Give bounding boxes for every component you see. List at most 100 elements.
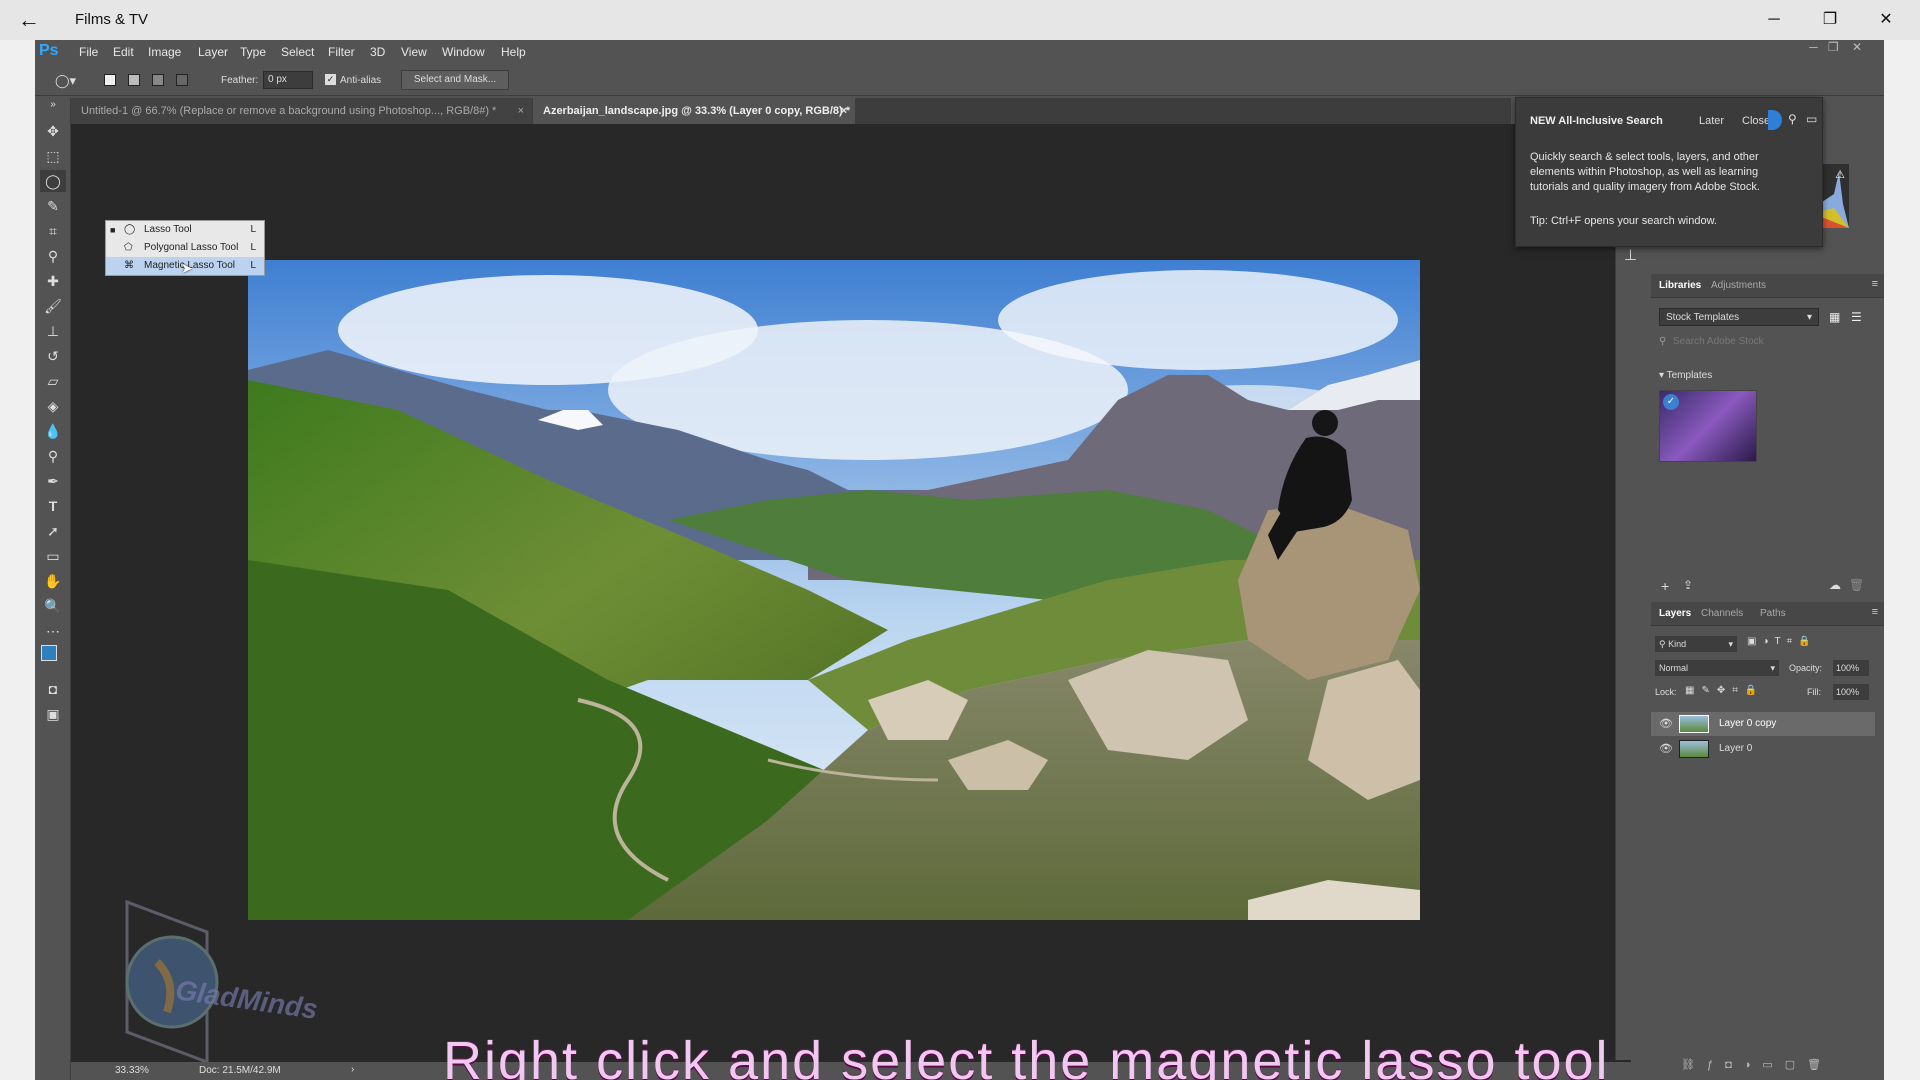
- history-brush-tool-icon[interactable]: ↺: [40, 345, 66, 367]
- ps-restore-icon[interactable]: ❐: [1828, 40, 1839, 54]
- hand-tool-icon[interactable]: ✋: [40, 570, 66, 592]
- restore-button[interactable]: ❐: [1802, 0, 1858, 40]
- canvas-area[interactable]: ■ ◯ Lasso Tool L ⬠ Polygonal Lasso Tool …: [71, 124, 1631, 1080]
- zoom-tool-icon[interactable]: 🔍: [40, 595, 66, 617]
- stock-search-input[interactable]: ⚲ Search Adobe Stock: [1655, 334, 1877, 350]
- flyout-shortcut: L: [250, 242, 256, 253]
- path-selection-tool-icon[interactable]: ➚: [40, 520, 66, 542]
- lock-icons[interactable]: ▦✎✥⌗🔒: [1685, 685, 1764, 696]
- clone-source-icon[interactable]: ⊥: [1624, 246, 1637, 264]
- marquee-tool-icon[interactable]: ⬚: [40, 145, 66, 167]
- blur-tool-icon[interactable]: 💧: [40, 420, 66, 442]
- ps-close-icon[interactable]: ✕: [1852, 40, 1862, 54]
- menu-view[interactable]: View: [401, 45, 427, 59]
- status-arrow-icon[interactable]: ›: [351, 1064, 354, 1075]
- menu-image[interactable]: Image: [148, 45, 181, 59]
- intersect-selection-icon[interactable]: [176, 74, 188, 86]
- menu-select[interactable]: Select: [281, 45, 314, 59]
- flyout-label: Polygonal Lasso Tool: [144, 242, 239, 253]
- tab-azerbaijan[interactable]: Azerbaijan_landscape.jpg @ 33.3% (Layer …: [533, 98, 855, 124]
- tab-libraries[interactable]: Libraries: [1659, 280, 1701, 291]
- close-tab-icon[interactable]: ×: [518, 98, 524, 124]
- flyout-lasso-tool[interactable]: ■ ◯ Lasso Tool L: [106, 221, 264, 239]
- templates-section[interactable]: ▾ Templates: [1659, 370, 1712, 381]
- eraser-tool-icon[interactable]: ▱: [40, 370, 66, 392]
- library-dropdown[interactable]: Stock Templates ▾: [1659, 308, 1819, 326]
- opacity-input[interactable]: 100%: [1833, 660, 1869, 676]
- workspace-icon[interactable]: ▭: [1806, 112, 1817, 126]
- close-button[interactable]: ✕: [1858, 0, 1914, 40]
- magnetic-lasso-icon: ⌘: [124, 260, 134, 271]
- clone-stamp-tool-icon[interactable]: ⊥: [40, 320, 66, 342]
- template-thumbnail[interactable]: ✓: [1659, 390, 1757, 462]
- layer-footer-icons[interactable]: ⛓ƒ◘◑▭▢🗑: [1681, 1058, 1833, 1071]
- minimize-button[interactable]: ─: [1746, 0, 1802, 40]
- layer-row[interactable]: 👁 Layer 0: [1651, 737, 1875, 761]
- eyedropper-tool-icon[interactable]: ⚲: [40, 245, 66, 267]
- menu-edit[interactable]: Edit: [113, 45, 134, 59]
- pen-tool-icon[interactable]: ✒: [40, 470, 66, 492]
- quick-mask-icon[interactable]: ◘: [40, 678, 66, 700]
- flyout-polygonal-lasso-tool[interactable]: ⬠ Polygonal Lasso Tool L: [106, 239, 264, 257]
- later-link[interactable]: Later: [1699, 115, 1724, 127]
- search-icon[interactable]: ⚲: [1788, 112, 1797, 126]
- visibility-eye-icon[interactable]: 👁: [1659, 742, 1673, 755]
- visibility-eye-icon[interactable]: 👁: [1659, 717, 1673, 730]
- collapse-toolbar-icon[interactable]: »: [40, 98, 66, 112]
- move-tool-icon[interactable]: ✥: [40, 120, 66, 142]
- new-selection-icon[interactable]: [104, 74, 116, 86]
- close-tab-icon[interactable]: ×: [841, 98, 847, 124]
- zoom-level[interactable]: 33.33%: [115, 1065, 149, 1076]
- tab-untitled[interactable]: Untitled-1 @ 66.7% (Replace or remove a …: [71, 98, 532, 124]
- healing-brush-tool-icon[interactable]: ✚: [40, 270, 66, 292]
- menu-window[interactable]: Window: [442, 45, 485, 59]
- tab-layers[interactable]: Layers: [1659, 608, 1691, 619]
- menu-help[interactable]: Help: [501, 45, 526, 59]
- tab-channels[interactable]: Channels: [1701, 608, 1743, 619]
- upload-icon[interactable]: ⇪: [1683, 578, 1693, 592]
- menu-3d[interactable]: 3D: [370, 45, 385, 59]
- layer-filter-icons[interactable]: ▣◑T⌗🔒: [1747, 636, 1817, 647]
- more-tools-icon[interactable]: ⋯: [40, 620, 66, 642]
- quick-select-tool-icon[interactable]: ✎: [40, 195, 66, 217]
- tab-paths[interactable]: Paths: [1760, 608, 1786, 619]
- tab-label: Azerbaijan_landscape.jpg @ 33.3% (Layer …: [543, 105, 851, 117]
- chevron-down-icon: ▾: [1806, 312, 1812, 323]
- close-link[interactable]: Close: [1742, 115, 1770, 127]
- crop-tool-icon[interactable]: ⌗: [40, 220, 66, 242]
- trash-icon[interactable]: 🗑: [1849, 578, 1864, 592]
- menu-filter[interactable]: Filter: [328, 45, 355, 59]
- menu-file[interactable]: File: [79, 45, 98, 59]
- ps-minimize-icon[interactable]: ─: [1809, 40, 1818, 54]
- warning-icon[interactable]: ⚠: [1835, 168, 1845, 181]
- paint-bucket-tool-icon[interactable]: ◈: [40, 395, 66, 417]
- layer-kind-filter[interactable]: ⚲ Kind ▾: [1655, 636, 1737, 652]
- fill-input[interactable]: 100%: [1833, 684, 1869, 700]
- antialias-checkbox[interactable]: ✓: [325, 74, 336, 85]
- shape-tool-icon[interactable]: ▭: [40, 545, 66, 567]
- menu-type[interactable]: Type: [240, 45, 266, 59]
- foreground-color-swatch[interactable]: [41, 645, 57, 661]
- select-and-mask-button[interactable]: Select and Mask...: [401, 70, 509, 90]
- add-selection-icon[interactable]: [128, 74, 140, 86]
- add-library-icon[interactable]: +: [1661, 578, 1669, 594]
- blend-mode-dropdown[interactable]: Normal ▾: [1655, 660, 1779, 676]
- popup-pointer-icon: [1768, 110, 1782, 130]
- subtract-selection-icon[interactable]: [152, 74, 164, 86]
- dodge-tool-icon[interactable]: ⚲: [40, 445, 66, 467]
- panel-menu-icon[interactable]: ≡: [1872, 278, 1878, 290]
- tab-adjustments[interactable]: Adjustments: [1711, 280, 1766, 291]
- list-view-icon[interactable]: ☰: [1851, 310, 1862, 324]
- screen-mode-icon[interactable]: ▣: [40, 703, 66, 725]
- lasso-tool-icon[interactable]: ◯: [40, 170, 66, 192]
- feather-input[interactable]: 0 px: [263, 71, 313, 89]
- cloud-icon[interactable]: ☁: [1829, 578, 1841, 592]
- lasso-preset-icon[interactable]: ◯▾: [55, 73, 76, 89]
- panel-menu-icon[interactable]: ≡: [1872, 606, 1878, 618]
- menu-layer[interactable]: Layer: [198, 45, 228, 59]
- type-tool-icon[interactable]: T: [40, 495, 66, 517]
- layer-row[interactable]: 👁 Layer 0 copy: [1651, 712, 1875, 736]
- brush-tool-icon[interactable]: 🖌: [40, 295, 66, 317]
- back-arrow-icon[interactable]: ←: [14, 6, 44, 34]
- grid-view-icon[interactable]: ▦: [1829, 310, 1840, 324]
